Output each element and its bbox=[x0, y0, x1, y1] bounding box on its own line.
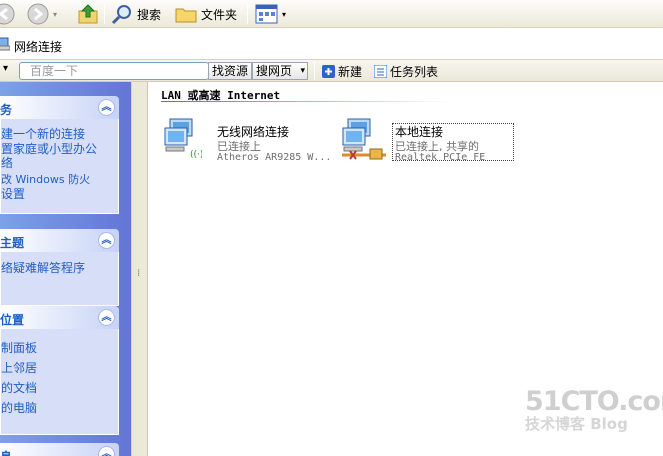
search-toolbar: ▾ 百度一下 找资源 搜网页 ▾ 新建 任务列表 bbox=[0, 60, 663, 82]
panel-header[interactable]: 息 ︽ bbox=[0, 443, 119, 456]
place-link-my-documents[interactable]: 的文档 bbox=[1, 378, 118, 398]
chevron-down-icon[interactable]: ▾ bbox=[3, 63, 8, 74]
panel-title: 务 bbox=[0, 103, 13, 117]
details-panel: 息 ︽ bbox=[0, 443, 119, 456]
connection-wireless[interactable]: ((·)) 无线网络连接 已连接上 Atheros AR9285 W... bbox=[162, 118, 332, 163]
chevron-down-icon: ▾ bbox=[282, 9, 287, 19]
connection-local-area[interactable]: 本地连接 已连接上, 共享的 Realtek PCIe FE bbox=[340, 118, 520, 163]
forward-button[interactable]: ▾ bbox=[26, 2, 57, 26]
task-pane: 务 ︽ 建一个新的连接 置家庭或小型办公 络 改 Windows 防火 设置 主… bbox=[0, 82, 131, 456]
lan-network-icon bbox=[342, 118, 386, 160]
panel-header[interactable]: 位置 ︽ bbox=[0, 306, 119, 329]
new-button[interactable]: 新建 bbox=[322, 63, 362, 80]
collapse-chevron-icon[interactable]: ︽ bbox=[98, 232, 115, 249]
toolbar: ▾ 搜索 文件夹 ▾ bbox=[0, 0, 663, 28]
search-button[interactable]: 搜索 bbox=[110, 2, 161, 26]
task-link-home-network-cont[interactable]: 络 bbox=[1, 156, 118, 170]
place-link-control-panel[interactable]: 制面板 bbox=[1, 338, 118, 358]
place-link-my-computer[interactable]: 的电脑 bbox=[1, 398, 118, 418]
see-also-panel: 主题 ︽ 络疑难解答程序 bbox=[0, 229, 119, 306]
search-web-button[interactable]: 搜网页 ▾ bbox=[252, 62, 309, 80]
svg-text:((·)): ((·)) bbox=[190, 150, 202, 159]
baidu-search-input[interactable]: 百度一下 bbox=[19, 62, 209, 80]
task-link-firewall-cont[interactable]: 设置 bbox=[1, 188, 118, 200]
up-folder-button[interactable] bbox=[76, 2, 100, 26]
place-link-network-places[interactable]: 上邻居 bbox=[1, 358, 118, 378]
panel-title: 主题 bbox=[0, 236, 25, 250]
back-arrow-icon bbox=[0, 3, 15, 25]
panel-title: 息 bbox=[0, 448, 12, 456]
add-icon bbox=[322, 65, 335, 78]
network-tasks-panel: 务 ︽ 建一个新的连接 置家庭或小型办公 络 改 Windows 防火 设置 bbox=[0, 96, 119, 214]
folders-button[interactable]: 文件夹 bbox=[174, 2, 237, 26]
address-path: 网络连接 bbox=[14, 40, 63, 54]
forward-arrow-icon bbox=[27, 3, 49, 25]
panel-body: 建一个新的连接 置家庭或小型办公 络 改 Windows 防火 设置 bbox=[0, 119, 119, 214]
panel-title: 位置 bbox=[0, 313, 25, 327]
views-icon bbox=[255, 4, 278, 24]
search-icon bbox=[111, 5, 131, 25]
task-list-label: 任务列表 bbox=[390, 65, 439, 79]
task-list-button[interactable]: 任务列表 bbox=[374, 63, 438, 80]
up-folder-icon bbox=[78, 4, 98, 24]
back-button[interactable] bbox=[0, 2, 16, 26]
panel-body: 络疑难解答程序 bbox=[0, 252, 119, 306]
task-link-troubleshooter[interactable]: 络疑难解答程序 bbox=[1, 260, 118, 276]
folders-label: 文件夹 bbox=[201, 7, 238, 22]
connections-view: LAN 或高速 Internet ((·)) 无线网络连接 已连接上 Ather… bbox=[148, 82, 663, 456]
panel-header[interactable]: 主题 ︽ bbox=[0, 229, 119, 252]
pane-splitter[interactable]: ⁞ bbox=[131, 82, 148, 456]
search-web-label: 搜网页 bbox=[256, 64, 293, 78]
find-resources-button[interactable]: 找资源 bbox=[208, 62, 253, 80]
task-link-firewall[interactable]: 改 Windows 防火 bbox=[1, 172, 118, 188]
other-places-panel: 位置 ︽ 制面板 上邻居 的文档 的电脑 bbox=[0, 306, 119, 435]
address-bar[interactable]: 网络连接 bbox=[0, 28, 663, 60]
chevron-down-icon: ▾ bbox=[300, 66, 306, 76]
new-label: 新建 bbox=[338, 65, 363, 79]
group-divider bbox=[161, 101, 451, 102]
connection-device: Atheros AR9285 W... bbox=[217, 152, 332, 163]
panel-body: 制面板 上邻居 的文档 的电脑 bbox=[0, 329, 119, 435]
grip-icon: ⁞ bbox=[137, 268, 141, 279]
connection-device: Realtek PCIe FE bbox=[395, 152, 486, 163]
task-link-create-connection[interactable]: 建一个新的连接 bbox=[1, 126, 118, 142]
wireless-network-icon: ((·)) bbox=[164, 118, 202, 159]
watermark: 51CTO.com 技术博客 Blog bbox=[525, 386, 663, 434]
collapse-chevron-icon[interactable]: ︽ bbox=[98, 446, 115, 456]
task-list-icon bbox=[374, 65, 387, 78]
network-connections-icon bbox=[0, 37, 10, 51]
collapse-chevron-icon[interactable]: ︽ bbox=[98, 309, 115, 326]
views-button[interactable]: ▾ bbox=[255, 2, 286, 26]
folder-icon bbox=[175, 8, 197, 23]
chevron-down-icon: ▾ bbox=[53, 9, 58, 19]
task-link-home-network[interactable]: 置家庭或小型办公 bbox=[1, 142, 118, 156]
panel-header[interactable]: 务 ︽ bbox=[0, 96, 119, 119]
search-label: 搜索 bbox=[137, 7, 162, 22]
collapse-chevron-icon[interactable]: ︽ bbox=[98, 99, 115, 116]
